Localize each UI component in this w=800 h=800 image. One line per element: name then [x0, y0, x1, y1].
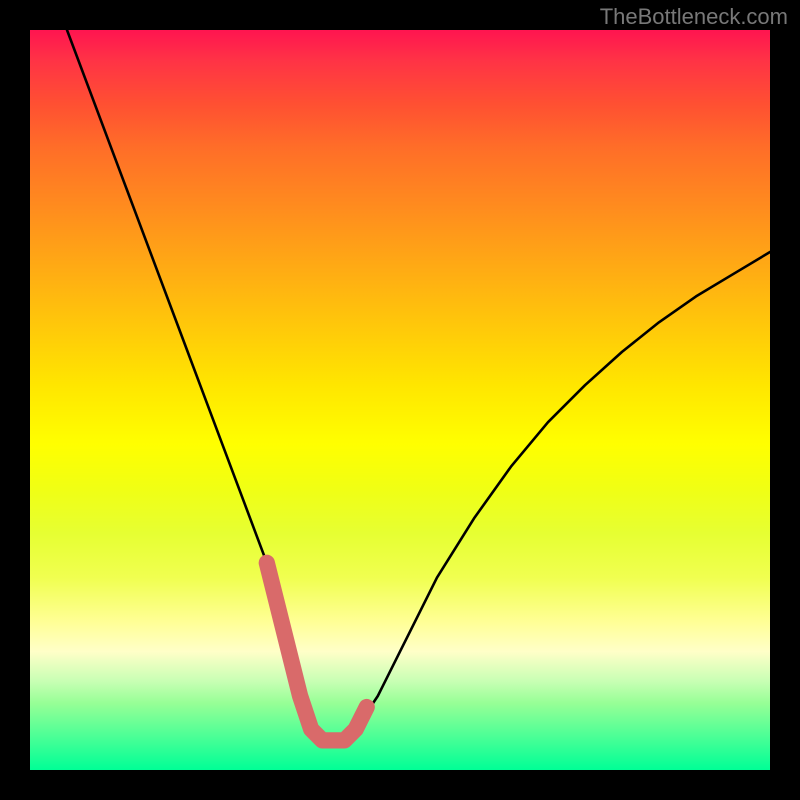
bottleneck-curve: [67, 30, 770, 740]
chart-container: TheBottleneck.com: [0, 0, 800, 800]
watermark-text: TheBottleneck.com: [600, 4, 788, 30]
curve-layer: [30, 30, 770, 770]
optimal-zone-curve: [267, 563, 367, 741]
plot-area: [30, 30, 770, 770]
